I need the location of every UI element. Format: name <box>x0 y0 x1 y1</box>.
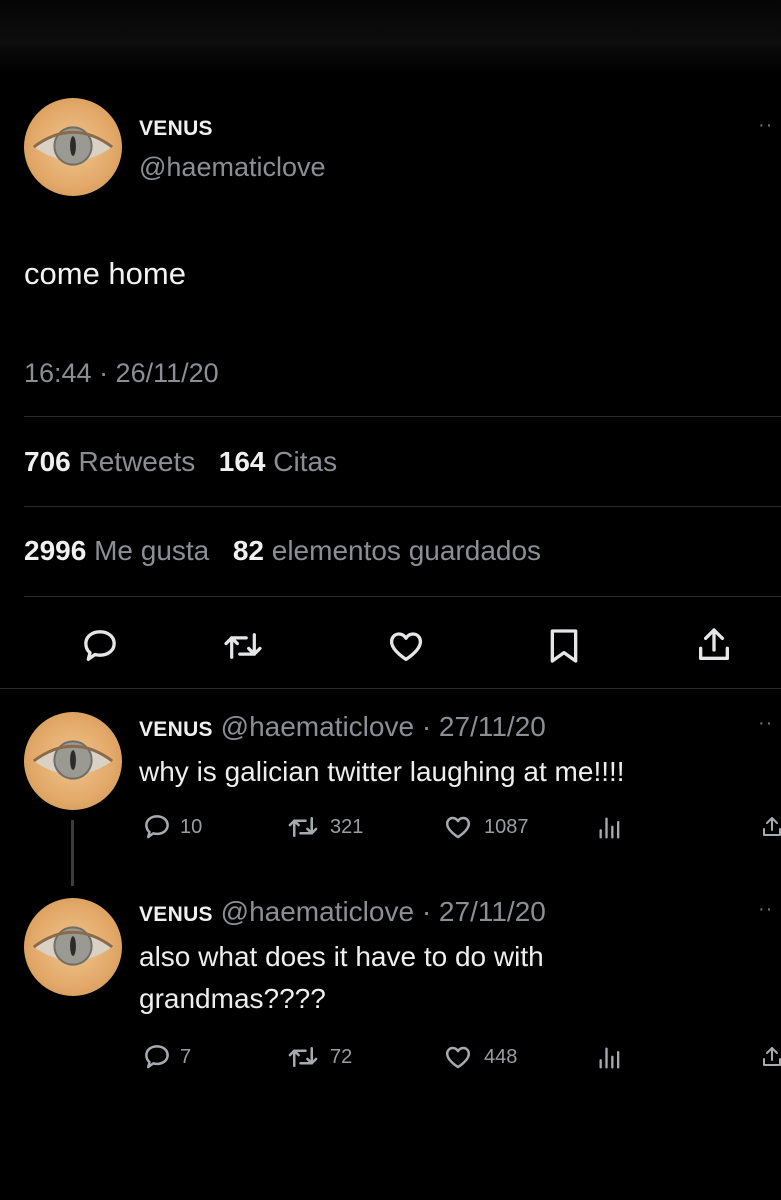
display-name[interactable]: VENUS <box>139 117 213 141</box>
divider <box>0 688 781 689</box>
divider <box>24 596 781 597</box>
avatar[interactable] <box>24 712 122 810</box>
heart-icon[interactable] <box>442 812 474 842</box>
reply-text-line-2: grandmas???? <box>139 983 326 1014</box>
display-name[interactable]: VENUS <box>139 718 213 741</box>
retweet-icon[interactable] <box>286 1042 320 1072</box>
share-icon[interactable] <box>760 1042 781 1072</box>
bookmarks-label[interactable]: elementos guardados <box>272 535 541 566</box>
handle[interactable]: @haematiclove <box>139 152 326 183</box>
status-bar-area <box>0 0 781 72</box>
reply-header: VENUS @haematiclove · 27/11/20 <box>139 896 546 928</box>
retweets-label[interactable]: Retweets <box>79 446 196 477</box>
thread-line <box>71 820 74 886</box>
reply-text-line-1: also what does it have to do with <box>139 941 544 972</box>
reply-date[interactable]: · 27/11/20 <box>422 896 546 927</box>
handle[interactable]: @haematiclove <box>221 711 414 742</box>
retweet-count[interactable]: 72 <box>330 1046 352 1069</box>
eye-avatar-image <box>32 740 114 780</box>
retweets-count[interactable]: 706 <box>24 446 71 477</box>
reply-icon[interactable] <box>142 812 172 842</box>
retweet-icon[interactable] <box>222 626 264 666</box>
like-count[interactable]: 448 <box>484 1046 517 1069</box>
eye-avatar-image <box>32 126 114 166</box>
eye-avatar-image <box>32 926 114 966</box>
bookmark-icon[interactable] <box>546 626 582 666</box>
reply-icon[interactable] <box>142 1042 172 1072</box>
reply-icon[interactable] <box>80 626 120 666</box>
more-icon[interactable]: ·· <box>758 114 773 137</box>
analytics-icon[interactable] <box>596 1044 624 1072</box>
analytics-icon[interactable] <box>596 814 624 842</box>
likes-count[interactable]: 2996 <box>24 535 86 566</box>
tweet-timestamp[interactable]: 16:44 · 26/11/20 <box>24 358 219 389</box>
more-icon[interactable]: ·· <box>758 712 773 735</box>
reply-date[interactable]: · 27/11/20 <box>422 711 546 742</box>
reply-count[interactable]: 7 <box>180 1046 191 1069</box>
divider <box>24 506 781 507</box>
like-count[interactable]: 1087 <box>484 816 529 839</box>
likes-label[interactable]: Me gusta <box>94 535 209 566</box>
display-name[interactable]: VENUS <box>139 903 213 926</box>
more-icon[interactable]: ·· <box>758 898 773 921</box>
reply-header: VENUS @haematiclove · 27/11/20 <box>139 711 546 743</box>
heart-icon[interactable] <box>386 626 426 666</box>
bookmarks-count[interactable]: 82 <box>233 535 264 566</box>
divider <box>24 416 781 417</box>
avatar[interactable] <box>24 898 122 996</box>
tweet-text: come home <box>24 256 186 291</box>
share-icon[interactable] <box>760 812 781 842</box>
reply-text: why is galician twitter laughing at me!!… <box>139 756 625 787</box>
retweet-icon[interactable] <box>286 812 320 842</box>
share-icon[interactable] <box>694 624 734 666</box>
quotes-label[interactable]: Citas <box>273 446 337 477</box>
avatar[interactable] <box>24 98 122 196</box>
retweet-quote-stats: 706 Retweets 164 Citas <box>24 446 337 478</box>
heart-icon[interactable] <box>442 1042 474 1072</box>
quotes-count[interactable]: 164 <box>219 446 266 477</box>
retweet-count[interactable]: 321 <box>330 816 363 839</box>
like-bookmark-stats: 2996 Me gusta 82 elementos guardados <box>24 535 541 567</box>
handle[interactable]: @haematiclove <box>221 896 414 927</box>
reply-count[interactable]: 10 <box>180 816 202 839</box>
